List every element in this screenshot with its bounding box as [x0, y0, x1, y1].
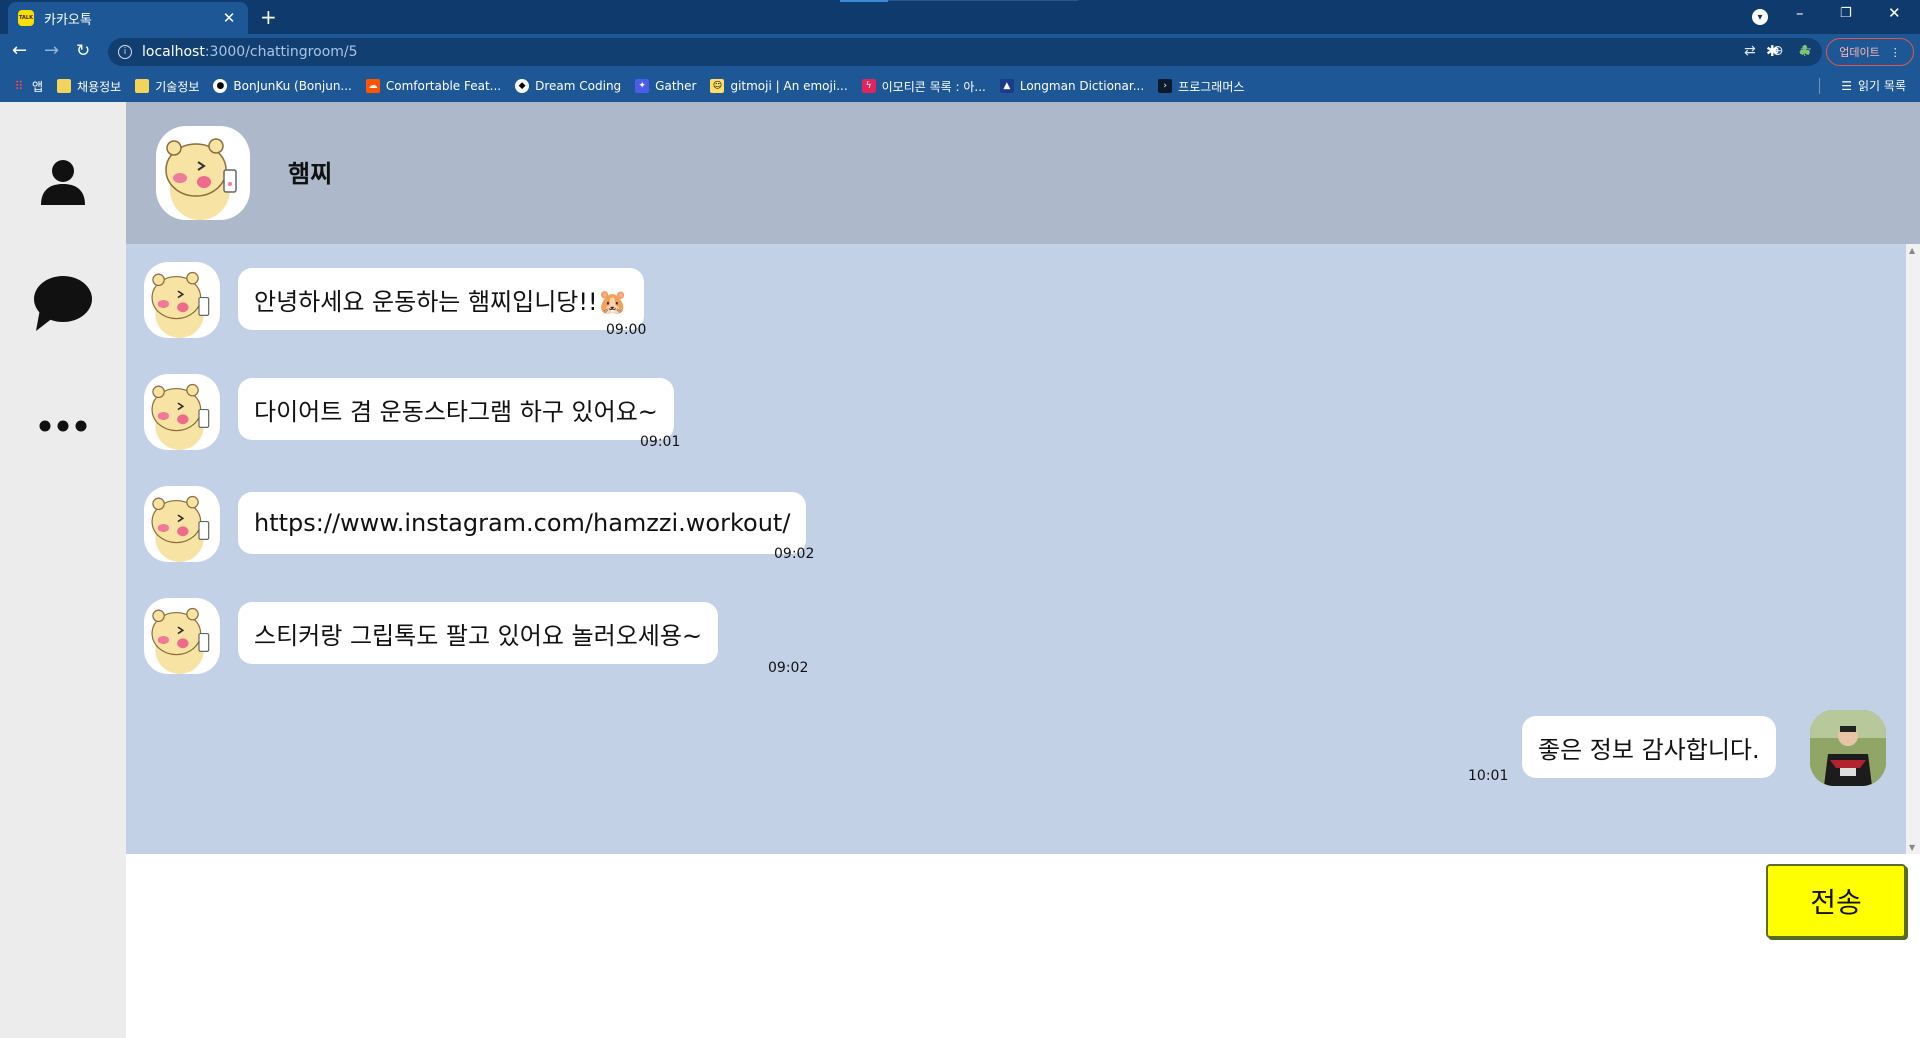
reading-list-icon: ☰ [1841, 78, 1853, 93]
url-path: :3000/chattingroom/5 [204, 44, 358, 60]
message-time: 09:02 [774, 546, 815, 562]
kakaotalk-favicon-icon: TALK [18, 10, 34, 26]
hamster-character-icon [151, 271, 210, 338]
browser-tab[interactable]: TALK 카카오톡 ✕ [8, 2, 248, 34]
translate-icon[interactable]: ⇄ [1744, 43, 1756, 59]
back-icon[interactable]: ← [12, 41, 27, 61]
bookmark-label: 프로그래머스 [1178, 79, 1245, 94]
chat-app: 햄찌 안녕하세요 운동하는 햄찌입니당!!🐹 09:00 다이어트 겸 운동스타… [0, 102, 1920, 1038]
sender-avatar[interactable] [144, 374, 220, 450]
scroll-down-icon[interactable]: ▼ [1909, 843, 1915, 852]
bookmark-emoticon-list[interactable]: ϟ 이모티콘 목록 : 아... [861, 78, 986, 95]
partner-name: 햄찌 [288, 160, 333, 188]
profile-photo-icon [1810, 710, 1886, 786]
bookmark-apps[interactable]: ⠿ 앱 [12, 78, 43, 95]
message-bubble: 좋은 정보 감사합니다. [1522, 716, 1776, 778]
bookmark-label: 채용정보 [77, 79, 122, 94]
message-bubble: 다이어트 겸 운동스타그램 하구 있어요~ [238, 378, 674, 440]
message-time: 09:02 [768, 660, 809, 676]
longman-icon: ▲ [999, 79, 1014, 93]
minimize-icon[interactable]: – [1796, 4, 1804, 22]
browser-toolbar: ← → ↻ i localhost:3000/chattingroom/5 ⇄ … [0, 34, 1920, 70]
hamster-character-icon [151, 495, 210, 562]
apps-grid-icon: ⠿ [14, 79, 24, 93]
message-time: 10:01 [1468, 768, 1509, 784]
hamster-character-icon [165, 138, 237, 220]
bookmark-github[interactable]: ● BonJunKu (Bonjun... [213, 79, 352, 93]
menu-kebab-icon: ⋮ [1889, 45, 1901, 59]
reload-icon[interactable]: ↻ [76, 41, 90, 61]
lightning-icon: ϟ [861, 79, 876, 93]
folder-icon [135, 79, 150, 93]
bookmark-gitmoji[interactable]: ☺ gitmoji | An emoji... [710, 79, 848, 93]
bookmark-folder-jobs[interactable]: 채용정보 [57, 78, 121, 95]
bookmark-label: 기술정보 [155, 79, 200, 94]
sender-avatar[interactable] [144, 598, 220, 674]
more-dots-icon[interactable] [30, 396, 96, 456]
message-list[interactable]: 안녕하세요 운동하는 햄찌입니당!!🐹 09:00 다이어트 겸 운동스타그램 … [126, 244, 1920, 854]
github-icon: ● [213, 79, 228, 93]
chat-header: 햄찌 [126, 102, 1920, 244]
url-host: localhost [142, 44, 205, 60]
message-bubble: 안녕하세요 운동하는 햄찌입니당!!🐹 [238, 268, 644, 330]
bookmark-label: Dream Coding [535, 79, 622, 93]
message-time: 09:00 [606, 322, 647, 338]
tab-close-icon[interactable]: ✕ [220, 9, 238, 27]
tab-title: 카카오톡 [44, 12, 92, 28]
update-label: 업데이트 [1839, 46, 1880, 59]
hamster-character-icon [151, 607, 210, 674]
reading-list-button[interactable]: ☰ 읽기 목록 [1841, 77, 1906, 94]
close-window-icon[interactable]: ✕ [1888, 4, 1901, 22]
plant-extension-icon[interactable]: ♣ [1798, 42, 1811, 60]
soundcloud-icon: ☁ [365, 79, 380, 93]
programmers-icon: › [1158, 79, 1173, 93]
bookmark-dream-coding[interactable]: ◆ Dream Coding [515, 79, 621, 93]
sender-avatar[interactable] [144, 262, 220, 338]
hamster-character-icon [151, 383, 210, 450]
reading-list-label: 읽기 목록 [1858, 79, 1906, 93]
folder-icon [57, 79, 72, 93]
scroll-up-icon[interactable]: ▲ [1909, 246, 1915, 255]
bookmark-label: Longman Dictionar... [1019, 79, 1145, 93]
partner-avatar[interactable] [156, 126, 250, 220]
bookmark-label: 이모티콘 목록 : 아... [881, 79, 986, 94]
site-info-icon[interactable]: i [118, 45, 132, 59]
gather-icon: ✦ [635, 79, 650, 93]
sidebar [0, 102, 126, 1038]
bookmark-gather[interactable]: ✦ Gather [635, 79, 696, 93]
browser-titlebar: TALK 카카오톡 ✕ + ▾ – ❐ ✕ [0, 0, 1920, 34]
address-bar[interactable]: i localhost:3000/chattingroom/5 ⇄ ⊕ ☆ [108, 38, 1822, 66]
message-bubble: 스티커랑 그립톡도 팔고 있어요 놀러오세용~ [238, 602, 719, 664]
bookmark-folder-tech[interactable]: 기술정보 [135, 78, 199, 95]
tab-strip-divider [888, 0, 1078, 1]
bookmark-longman[interactable]: ▲ Longman Dictionar... [999, 79, 1145, 93]
chat-scrollbar[interactable]: ▲ ▼ [1906, 244, 1920, 854]
update-button[interactable]: 업데이트 ⋮ [1826, 38, 1914, 66]
bookmark-soundcloud[interactable]: ☁ Comfortable Feat... [365, 79, 502, 93]
sender-avatar[interactable] [144, 486, 220, 562]
send-button[interactable]: 전송 [1766, 864, 1906, 938]
gitmoji-icon: ☺ [710, 79, 725, 93]
message-input-area[interactable]: 전송 [126, 854, 1920, 1038]
new-tab-icon[interactable]: + [260, 6, 277, 28]
restore-icon[interactable]: ❐ [1840, 6, 1852, 21]
forward-icon[interactable]: → [44, 41, 59, 61]
chat-bubble-icon[interactable] [30, 274, 96, 334]
bookmarks-divider [1819, 78, 1820, 94]
bookmark-label: Gather [655, 79, 697, 93]
friends-person-icon[interactable] [30, 152, 96, 212]
my-avatar[interactable] [1810, 710, 1886, 786]
tab-search-icon[interactable]: ▾ [1752, 9, 1768, 25]
bookmark-label: Comfortable Feat... [385, 79, 502, 93]
tab-strip-indicator [840, 0, 888, 2]
dream-coding-icon: ◆ [515, 79, 530, 93]
bookmarks-bar: ⠿ 앱 채용정보 기술정보 ● BonJunKu (Bonjun... ☁ Co… [0, 70, 1920, 102]
message-bubble[interactable]: https://www.instagram.com/hamzzi.workout… [238, 492, 807, 554]
message-time: 09:01 [640, 434, 681, 450]
bookmark-label: gitmoji | An emoji... [730, 79, 848, 93]
bookmark-label: 앱 [32, 79, 44, 94]
bookmark-label: BonJunKu (Bonjun... [233, 79, 352, 93]
extensions-icon[interactable]: ✱ [1766, 42, 1779, 60]
bookmark-programmers[interactable]: › 프로그래머스 [1158, 78, 1244, 95]
